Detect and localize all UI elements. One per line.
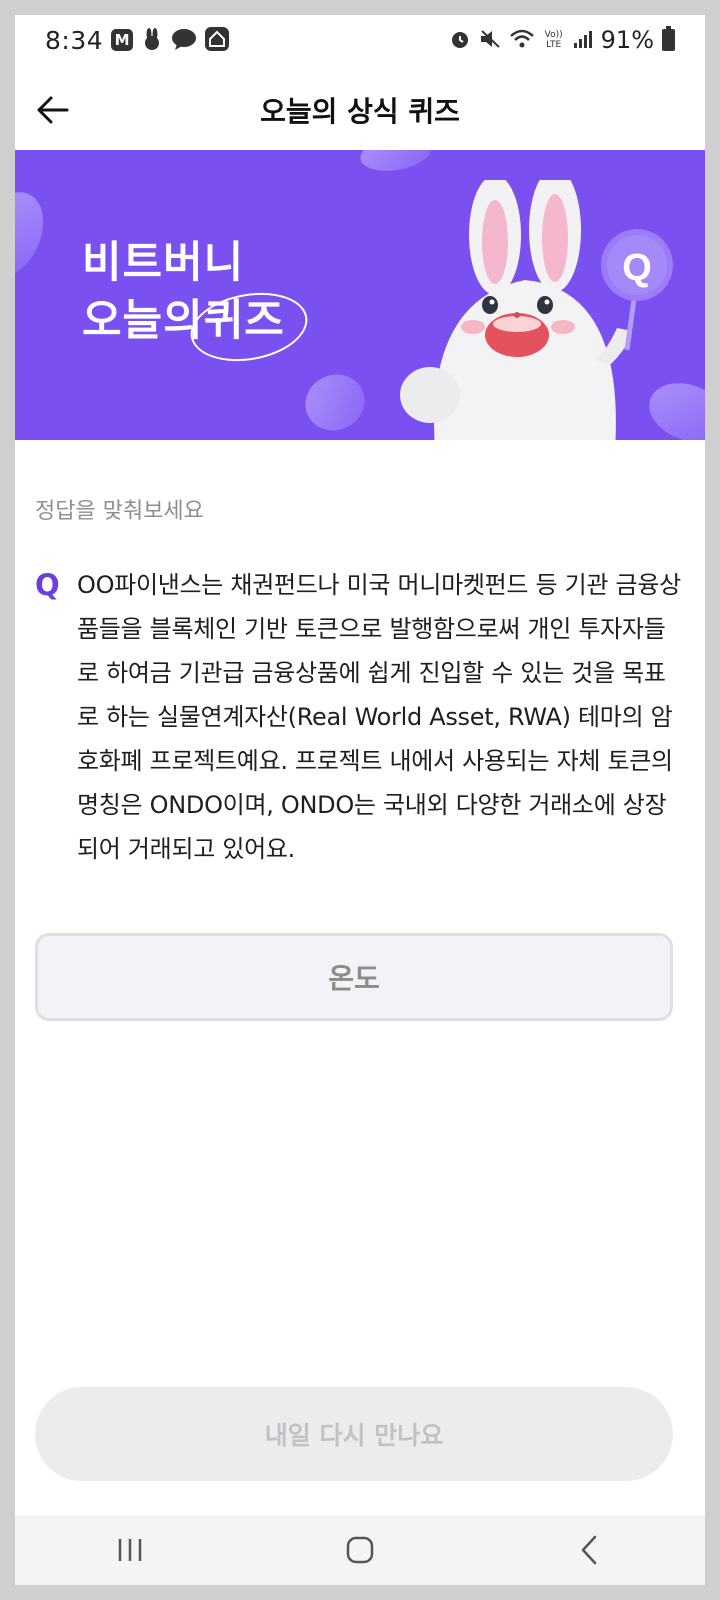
alarm-icon [449,28,471,53]
signal-icon [573,29,593,52]
question-text: OO파이낸스는 채권펀드나 미국 머니마켓펀드 등 기관 금융상품들을 블록체인… [77,571,681,863]
q-badge-text: Q [622,247,652,289]
status-left: 8:34 M [45,25,230,55]
home-icon [346,1536,374,1564]
coin-decoration [357,150,435,176]
battery-icon [662,26,675,51]
battery-percent: 91% [600,26,654,54]
back-nav-button[interactable] [560,1525,620,1575]
app-header: 오늘의 상식 퀴즈 [15,70,705,150]
question-mark-label: Q [35,568,60,602]
chat-bubble-icon [171,28,197,53]
page-title: 오늘의 상식 퀴즈 [260,95,460,128]
status-bar: 8:34 M Vo)) LTE 91% [15,15,705,65]
back-button[interactable] [31,88,75,132]
banner-title-highlight: 퀴즈 [184,284,313,370]
volte-icon: Vo)) LTE [544,30,563,50]
recent-apps-icon [118,1539,142,1561]
app-screen: 8:34 M Vo)) LTE 91% 오늘의 상식 퀴즈 비트버니 오늘의 퀴… [15,15,705,1585]
bunny-mascot-image: Q [400,180,673,440]
banner-title-line1: 비트버니 [82,238,245,288]
chevron-left-icon [581,1535,597,1565]
banner-title-prefix: 오늘의 [82,296,204,346]
status-time: 8:34 [45,25,104,55]
bunny-app-icon [141,27,163,53]
recent-apps-button[interactable] [100,1525,160,1575]
home-button[interactable] [330,1525,390,1575]
see-you-tomorrow-button[interactable]: 내일 다시 만나요 [35,1387,673,1481]
wifi-icon [509,28,535,53]
banner-title-line2: 오늘의 퀴즈 [82,284,313,370]
quiz-banner: 비트버니 오늘의 퀴즈 Q [15,150,705,440]
coin-decoration [15,181,57,289]
coin-decoration [296,364,374,440]
home-app-icon [205,26,230,54]
quiz-question: Q OO파이낸스는 채권펀드나 미국 머니마켓펀드 등 기관 금융상품들을 블록… [35,563,685,871]
status-right: Vo)) LTE 91% [449,26,675,54]
mute-icon [479,28,501,53]
answer-option[interactable]: 온도 [35,933,673,1021]
arrow-left-icon [37,96,69,124]
quiz-prompt: 정답을 맞춰보세요 [35,499,204,524]
banner-title: 비트버니 오늘의 퀴즈 [82,234,313,370]
m-app-icon: M [111,29,134,51]
system-nav-bar [15,1515,705,1585]
